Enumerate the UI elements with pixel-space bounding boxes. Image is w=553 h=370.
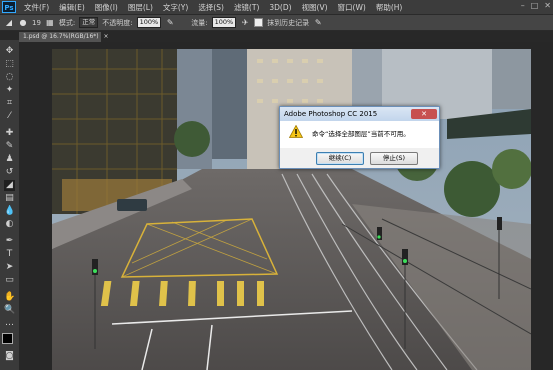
eraser-preset-icon[interactable]: ◢ [4, 18, 14, 28]
dialog-body: 命令“选择全部图层”当前不可用。 继续(C) 停止(S) [280, 121, 439, 168]
options-bar: ◢ ● 19 ▦ 模式: 正常 不透明度: 100% ✎ 流量: 100% ✈ … [0, 14, 553, 31]
close-icon[interactable]: ✕ [544, 1, 551, 10]
healing-tool-icon[interactable]: ✚ [4, 128, 15, 139]
menu-bar: Ps 文件(F) 编辑(E) 图像(I) 图层(L) 文字(Y) 选择(S) 滤… [0, 0, 553, 14]
airbrush-icon[interactable]: ✈ [240, 18, 250, 28]
history-brush-tool-icon[interactable]: ↺ [4, 167, 15, 178]
dodge-tool-icon[interactable]: ◐ [4, 219, 15, 230]
shape-tool-icon[interactable]: ▭ [4, 275, 15, 286]
minimize-icon[interactable]: – [521, 1, 525, 10]
photoshop-logo: Ps [2, 1, 16, 13]
gradient-tool-icon[interactable]: ▤ [4, 193, 15, 204]
pressure-size-icon[interactable]: ✎ [313, 18, 323, 28]
menu-3d[interactable]: 3D(D) [264, 3, 296, 12]
flow-input[interactable]: 100% [211, 17, 237, 28]
blur-tool-icon[interactable]: 💧 [4, 206, 15, 217]
flow-label: 流量: [191, 18, 208, 27]
menu-file[interactable]: 文件(F) [19, 2, 54, 13]
crop-tool-icon[interactable]: ⌗ [4, 98, 15, 109]
menu-window[interactable]: 窗口(W) [333, 2, 371, 13]
stop-button[interactable]: 停止(S) [370, 152, 418, 165]
path-select-tool-icon[interactable]: ➤ [4, 262, 15, 273]
erase-to-history-checkbox[interactable] [254, 18, 264, 27]
more-tools-icon[interactable]: … [4, 318, 15, 329]
menu-type[interactable]: 文字(Y) [158, 2, 193, 13]
zoom-tool-icon[interactable]: 🔍 [4, 305, 15, 316]
quick-select-tool-icon[interactable]: ✦ [4, 85, 15, 96]
stamp-tool-icon[interactable]: ♟ [4, 154, 15, 165]
quick-mask-icon[interactable]: ◙ [4, 351, 15, 362]
document-close-icon[interactable]: × [104, 33, 109, 40]
opacity-input[interactable]: 100% [136, 17, 162, 28]
mode-label: 模式: [58, 18, 76, 27]
menu-view[interactable]: 视图(V) [297, 2, 333, 13]
menu-help[interactable]: 帮助(H) [371, 2, 408, 13]
menu-filter[interactable]: 滤镜(T) [229, 2, 264, 13]
tools-panel: ✥ ⬚ ◌ ✦ ⌗ ⁄ ✚ ✎ ♟ ↺ ◢ ▤ 💧 ◐ ✒ T ➤ ▭ ✋ 🔍 … [0, 40, 20, 370]
continue-button[interactable]: 继续(C) [316, 152, 364, 165]
eraser-tool-icon[interactable]: ◢ [4, 180, 15, 191]
menu-layer[interactable]: 图层(L) [123, 2, 158, 13]
document-tab-title: 1.psd @ 16.7%(RGB/16*) [23, 33, 99, 40]
menu-select[interactable]: 选择(S) [193, 2, 229, 13]
opacity-label: 不透明度: [102, 18, 133, 27]
maximize-icon[interactable]: □ [531, 1, 539, 10]
brush-tool-icon[interactable]: ✎ [4, 141, 15, 152]
dialog-message: 命令“选择全部图层”当前不可用。 [312, 130, 410, 138]
dialog-close-button[interactable]: ✕ [411, 109, 437, 119]
type-tool-icon[interactable]: T [4, 249, 15, 260]
lasso-tool-icon[interactable]: ◌ [4, 72, 15, 83]
window-controls: – □ ✕ [521, 1, 551, 10]
menu-edit[interactable]: 编辑(E) [54, 2, 90, 13]
pressure-opacity-icon[interactable]: ✎ [165, 18, 175, 28]
mode-select[interactable]: 正常 [79, 17, 99, 28]
marquee-tool-icon[interactable]: ⬚ [4, 59, 15, 70]
foreground-color-swatch[interactable] [2, 333, 13, 344]
move-tool-icon[interactable]: ✥ [4, 46, 15, 57]
document-canvas-image[interactable] [52, 49, 531, 370]
dialog-footer: 继续(C) 停止(S) [280, 148, 439, 168]
document-tab[interactable]: 1.psd @ 16.7%(RGB/16*) × [19, 32, 109, 42]
eyedropper-tool-icon[interactable]: ⁄ [4, 111, 15, 122]
warning-icon [289, 125, 303, 138]
brush-size-value: 19 [32, 18, 41, 27]
menu-image[interactable]: 图像(I) [90, 2, 123, 13]
warning-dialog: Adobe Photoshop CC 2015 ✕ 命令“选择全部图层”当前不可… [279, 106, 440, 169]
pen-tool-icon[interactable]: ✒ [4, 236, 15, 247]
brush-size-icon[interactable]: ● [18, 18, 28, 28]
hand-tool-icon[interactable]: ✋ [4, 292, 15, 303]
erase-to-history-label: 抹到历史记录 [267, 18, 310, 27]
brush-panel-icon[interactable]: ▦ [45, 18, 55, 28]
